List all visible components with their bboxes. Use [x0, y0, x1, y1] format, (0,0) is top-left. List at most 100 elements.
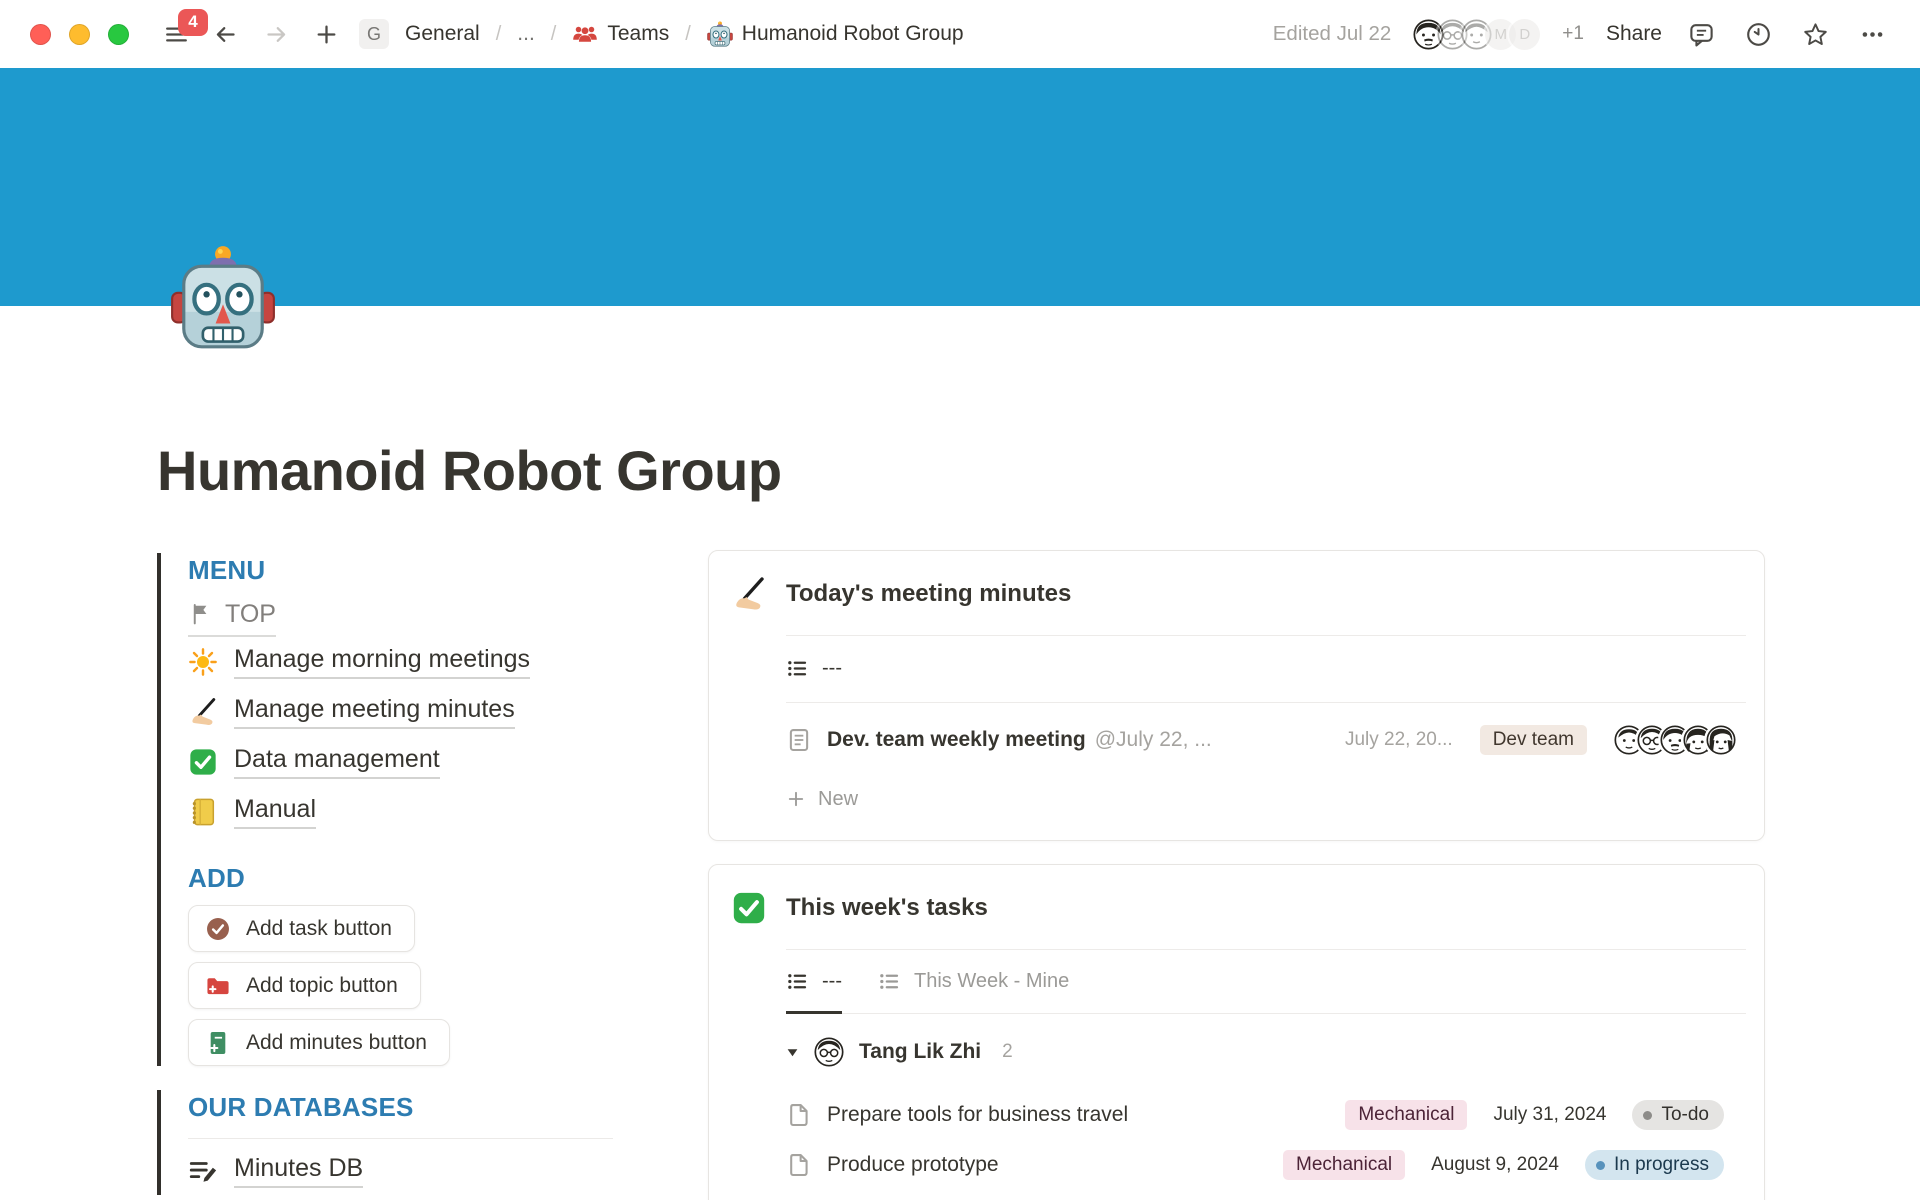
share-button[interactable]: Share — [1606, 22, 1662, 46]
breadcrumb-item-general[interactable]: General — [401, 20, 484, 48]
breadcrumb-separator: / — [496, 23, 502, 46]
writing-hand-icon — [731, 576, 767, 612]
database-item-minutes-db[interactable]: Minutes DB — [188, 1147, 363, 1195]
view-tabs: --- — [786, 636, 1764, 702]
status-dot-icon — [1596, 1161, 1605, 1170]
breadcrumb-item-current-page[interactable]: Humanoid Robot Group — [703, 19, 968, 49]
tab-label: --- — [822, 970, 842, 993]
window-close-button[interactable] — [30, 24, 51, 45]
add-buttons-group: Add task button Add topic button Add min… — [188, 905, 637, 1066]
collapse-triangle-icon[interactable] — [786, 1046, 799, 1059]
brown-check-circle-icon — [205, 916, 231, 942]
favorite-button[interactable] — [1798, 17, 1833, 52]
breadcrumb-separator: / — [551, 23, 557, 46]
meeting-title[interactable]: Dev. team weekly meeting — [827, 728, 1086, 752]
this-week-tasks-card: This week's tasks --- This Week - Mine T… — [708, 864, 1765, 1200]
menu-item-manage-morning-meetings[interactable]: Manage morning meetings — [188, 637, 530, 687]
new-tab-button[interactable] — [310, 18, 343, 51]
clock-icon — [1745, 21, 1772, 48]
team-tag: Dev team — [1480, 725, 1587, 755]
status-pill: In progress — [1585, 1150, 1724, 1180]
view-tab-default[interactable]: --- — [786, 951, 842, 1014]
menu-item-top[interactable]: TOP — [188, 593, 276, 637]
green-check-icon — [731, 890, 767, 926]
menu-item-manual[interactable]: Manual — [188, 787, 316, 837]
view-tab-this-week-mine[interactable]: This Week - Mine — [878, 951, 1069, 1014]
task-title[interactable]: Produce prototype — [827, 1153, 999, 1177]
forward-button[interactable] — [259, 17, 294, 52]
updates-button[interactable] — [1741, 17, 1776, 52]
add-task-button[interactable]: Add task button — [188, 905, 415, 952]
teams-icon — [572, 21, 598, 47]
group-header-tang-lik-zhi[interactable]: Tang Lik Zhi 2 — [786, 1026, 1764, 1078]
button-label: Add topic button — [246, 974, 398, 998]
tab-label: This Week - Mine — [914, 970, 1069, 993]
robot-icon — [170, 244, 276, 350]
back-button[interactable] — [208, 17, 243, 52]
menu-item-manage-meeting-minutes[interactable]: Manage meeting minutes — [188, 687, 515, 737]
comments-button[interactable] — [1684, 17, 1719, 52]
card-title: This week's tasks — [786, 894, 988, 922]
task-row[interactable]: Produce prototype Mechanical August 9, 2… — [786, 1140, 1764, 1190]
status-dot-icon — [1643, 1111, 1652, 1120]
view-tabs: --- This Week - Mine — [786, 950, 1746, 1014]
menu-item-label: Manual — [234, 795, 316, 829]
breadcrumb-item-ellipsis[interactable]: ... — [513, 20, 539, 48]
page-title: Humanoid Robot Group — [157, 438, 782, 503]
sun-icon — [188, 647, 218, 677]
database-pencil-icon — [188, 1156, 218, 1186]
row-properties: July 22, 20... Dev team — [1345, 725, 1736, 755]
face-woman-bob-icon — [1706, 725, 1736, 755]
task-row[interactable]: Prepare tools for business travel Mechan… — [786, 1090, 1764, 1140]
list-view-icon — [786, 970, 809, 993]
meeting-row[interactable]: Dev. team weekly meeting @July 22, ... J… — [786, 711, 1764, 769]
divider — [786, 702, 1746, 703]
add-minutes-button[interactable]: Add minutes button — [188, 1019, 450, 1066]
button-label: Add minutes button — [246, 1031, 427, 1055]
star-icon — [1802, 21, 1829, 48]
breadcrumb-item-teams[interactable]: Teams — [568, 19, 673, 49]
face-glasses-icon — [814, 1037, 844, 1067]
due-date: July 31, 2024 — [1493, 1104, 1606, 1126]
status-label: In progress — [1614, 1154, 1709, 1176]
menu-item-data-management[interactable]: Data management — [188, 737, 440, 787]
notification-badge: 4 — [178, 9, 208, 36]
meeting-date: July 22, 20... — [1345, 729, 1453, 751]
notion-app-window: 4 G General / ... / Teams / Humanoid Rob… — [0, 0, 1920, 1200]
window-zoom-button[interactable] — [108, 24, 129, 45]
list-view-icon — [878, 970, 901, 993]
breadcrumb: G General / ... / Teams / Humanoid Robot… — [359, 19, 968, 49]
meeting-date-mention: @July 22, ... — [1095, 728, 1212, 752]
add-topic-button[interactable]: Add topic button — [188, 962, 421, 1009]
more-collaborators-label[interactable]: +1 — [1562, 23, 1584, 45]
databases-section: OUR DATABASES Minutes DB — [157, 1090, 637, 1195]
new-item-button[interactable]: New — [786, 779, 858, 819]
category-tag: Mechanical — [1345, 1100, 1467, 1130]
group-count: 2 — [1002, 1041, 1013, 1063]
page-icon-robot[interactable] — [170, 244, 276, 350]
forward-arrow-icon — [263, 21, 290, 48]
view-tab-default[interactable]: --- — [786, 637, 842, 703]
plus-icon — [786, 789, 806, 809]
page-icon — [786, 727, 812, 753]
green-check-icon — [188, 747, 218, 777]
workspace-chip[interactable]: G — [359, 19, 389, 49]
add-heading: ADD — [188, 861, 637, 895]
left-column: MENU TOP Manage morning meetings Manage … — [157, 553, 637, 1195]
toolbar-right: Edited Jul 22 M D +1 Share — [1273, 17, 1890, 52]
due-date: August 9, 2024 — [1431, 1154, 1559, 1176]
back-arrow-icon — [212, 21, 239, 48]
task-title[interactable]: Prepare tools for business travel — [827, 1103, 1128, 1127]
divider — [188, 1138, 613, 1139]
last-edited-label: Edited Jul 22 — [1273, 22, 1392, 46]
window-minimize-button[interactable] — [69, 24, 90, 45]
toolbar: 4 G General / ... / Teams / Humanoid Rob… — [0, 0, 1920, 68]
menu-item-label: Manage meeting minutes — [234, 695, 515, 729]
avatar-user-d[interactable]: D — [1509, 19, 1540, 50]
collaborator-avatars: M D — [1413, 19, 1540, 50]
page-icon — [786, 1102, 812, 1128]
sidebar-toggle-button[interactable]: 4 — [159, 17, 194, 52]
ellipsis-icon — [1859, 21, 1886, 48]
more-options-button[interactable] — [1855, 17, 1890, 52]
card-header: This week's tasks — [709, 865, 1764, 926]
